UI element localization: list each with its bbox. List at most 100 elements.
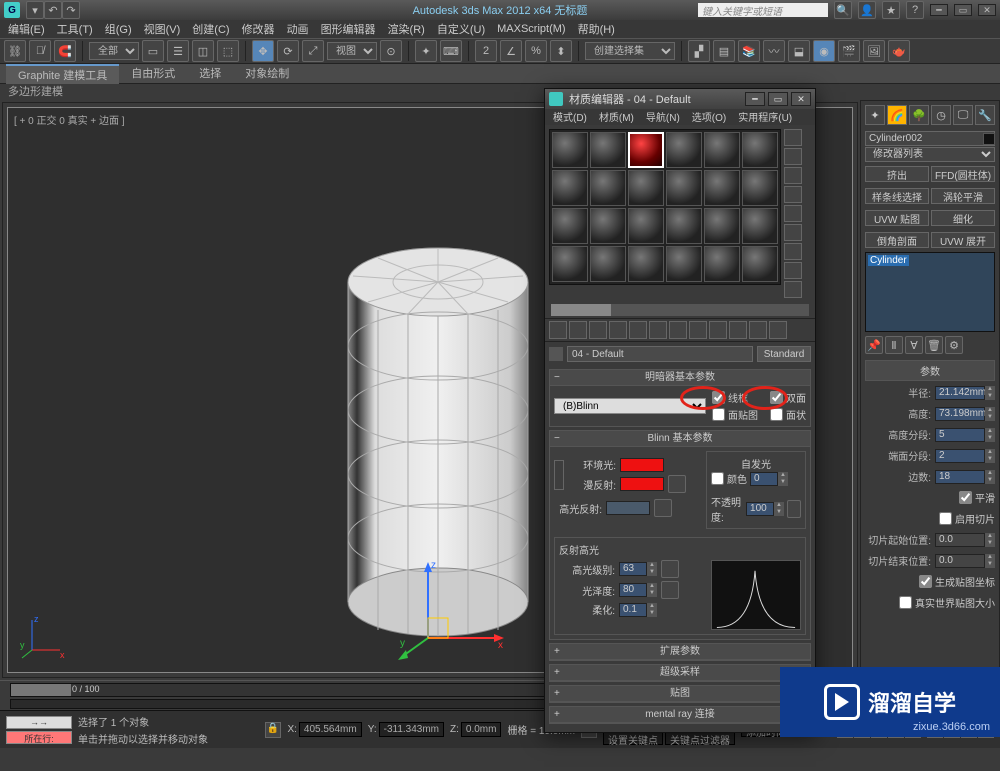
menu-customize[interactable]: 自定义(U) <box>433 21 489 37</box>
slice-from-spinner[interactable]: 0.0▲▼ <box>935 533 995 547</box>
move-icon[interactable]: ✥ <box>252 40 274 62</box>
render-frame-icon[interactable]: 🖼 <box>863 40 885 62</box>
unlink-icon[interactable]: ⛓̸ <box>29 40 51 62</box>
minimize-button[interactable]: ━ <box>930 4 948 16</box>
maximize-button[interactable]: ▭ <box>954 4 972 16</box>
utilities-tab-icon[interactable]: 🔧 <box>975 105 995 125</box>
diffuse-swatch[interactable] <box>620 477 664 491</box>
me-close[interactable]: ✕ <box>791 92 811 106</box>
mat-slot[interactable] <box>628 208 664 244</box>
go-sibling-icon[interactable] <box>769 321 787 339</box>
bind-icon[interactable]: 🧲 <box>54 40 76 62</box>
mat-slot-active[interactable] <box>628 132 664 168</box>
keymode-icon[interactable]: ⌨ <box>440 40 462 62</box>
snap-2d-icon[interactable]: 2 <box>475 40 497 62</box>
snap-percent-icon[interactable]: % <box>525 40 547 62</box>
mat-slot[interactable] <box>742 170 778 206</box>
self-color-checkbox[interactable]: 颜色 0▲▼ <box>711 471 801 486</box>
align-icon[interactable]: ▤ <box>713 40 735 62</box>
opacity-map-icon[interactable] <box>787 500 801 518</box>
btn-uvw[interactable]: UVW 贴图 <box>865 210 929 226</box>
qat-redo[interactable]: ↷ <box>62 1 80 19</box>
create-tab-icon[interactable]: ✦ <box>865 105 885 125</box>
soften-spinner[interactable]: 0.1▲▼ <box>619 603 657 617</box>
slots-scrollbar[interactable] <box>551 304 809 316</box>
slice-checkbox[interactable]: 启用切片 <box>939 511 995 526</box>
mat-slot[interactable] <box>628 170 664 206</box>
mat-slot[interactable] <box>552 246 588 282</box>
star-icon[interactable]: ★ <box>882 1 900 19</box>
mat-slot[interactable] <box>666 246 702 282</box>
window-crossing-icon[interactable]: ⬚ <box>217 40 239 62</box>
modifier-list[interactable]: 修改器列表 <box>865 147 995 162</box>
get-material-icon[interactable] <box>549 321 567 339</box>
rollout-ss[interactable]: 超级采样 <box>660 667 700 678</box>
btn-extrude[interactable]: 挤出 <box>865 166 929 182</box>
listener-btn[interactable]: 所在行: <box>6 731 72 744</box>
background-icon[interactable] <box>784 167 802 184</box>
mat-slot[interactable] <box>590 132 626 168</box>
gloss-map-icon[interactable] <box>661 581 679 599</box>
show-end-icon[interactable] <box>729 321 747 339</box>
selection-filter[interactable]: 全部 <box>89 42 139 60</box>
curve-editor-icon[interactable]: 〰 <box>763 40 785 62</box>
mat-slot[interactable] <box>666 170 702 206</box>
menu-views[interactable]: 视图(V) <box>140 21 185 37</box>
material-type-button[interactable]: Standard <box>757 346 811 362</box>
diffuse-map-icon[interactable] <box>668 475 686 493</box>
btn-spline[interactable]: 样条线选择 <box>865 188 929 204</box>
script-mini-btn[interactable]: →→ <box>6 716 72 729</box>
sample-type-icon[interactable] <box>784 129 802 146</box>
put-to-lib-icon[interactable] <box>669 321 687 339</box>
menu-maxscript[interactable]: MAXScript(M) <box>493 23 569 35</box>
me-menu-material[interactable]: 材质(M) <box>595 109 638 125</box>
search-icon[interactable]: 🔍 <box>834 1 852 19</box>
lock-ambient-diffuse-icon[interactable] <box>554 460 564 490</box>
ambient-swatch[interactable] <box>620 458 664 472</box>
mat-slot[interactable] <box>552 170 588 206</box>
manip-icon[interactable]: ✦ <box>415 40 437 62</box>
height-spinner[interactable]: 73.198mm▲▼ <box>935 407 995 421</box>
mat-slot[interactable] <box>704 246 740 282</box>
ribbon-tab-paint[interactable]: 对象绘制 <box>233 64 301 84</box>
menu-animation[interactable]: 动画 <box>283 21 313 37</box>
help-icon[interactable]: ? <box>906 1 924 19</box>
me-menu-nav[interactable]: 导航(N) <box>642 109 684 125</box>
me-menu-util[interactable]: 实用程序(U) <box>734 109 796 125</box>
preview-icon[interactable] <box>784 224 802 241</box>
faceted-checkbox[interactable]: 面状 <box>770 407 806 422</box>
modify-tab-icon[interactable]: 🌈 <box>887 105 907 125</box>
render-setup-icon[interactable]: 🎬 <box>838 40 860 62</box>
region-icon[interactable]: ◫ <box>192 40 214 62</box>
display-tab-icon[interactable]: 🖵 <box>953 105 973 125</box>
named-selection[interactable]: 创建选择集 <box>585 42 675 60</box>
menu-tools[interactable]: 工具(T) <box>53 21 97 37</box>
gloss-spinner[interactable]: 80▲▼ <box>619 583 657 597</box>
menu-create[interactable]: 创建(C) <box>188 21 233 37</box>
mat-slot[interactable] <box>666 208 702 244</box>
mirror-icon[interactable]: ▞ <box>688 40 710 62</box>
radius-spinner[interactable]: 21.142mm▲▼ <box>935 386 995 400</box>
real-world-checkbox[interactable]: 真实世界贴图大小 <box>899 595 995 610</box>
btn-turbo[interactable]: 涡轮平滑 <box>931 188 995 204</box>
rollout-mray[interactable]: mental ray 连接 <box>645 709 714 720</box>
btn-uvwunwrap[interactable]: UVW 展开 <box>931 232 995 248</box>
ribbon-tab-select[interactable]: 选择 <box>187 64 233 84</box>
menu-render[interactable]: 渲染(R) <box>384 21 429 37</box>
mat-slot[interactable] <box>590 246 626 282</box>
object-name-field[interactable] <box>865 131 995 146</box>
menu-graph[interactable]: 图形编辑器 <box>317 21 380 37</box>
ref-coord[interactable]: 视图 <box>327 42 377 60</box>
snap-angle-icon[interactable]: ∠ <box>500 40 522 62</box>
make-unique-icon[interactable] <box>649 321 667 339</box>
btn-ffd[interactable]: FFD(圆柱体) <box>931 166 995 182</box>
signin-icon[interactable]: 👤 <box>858 1 876 19</box>
show-result-icon[interactable]: Ⅱ <box>885 336 903 354</box>
reset-icon[interactable] <box>609 321 627 339</box>
help-search-input[interactable]: 键入关键字或短语 <box>698 3 828 17</box>
mat-slot[interactable] <box>590 208 626 244</box>
opacity-spinner[interactable]: 100▲▼ <box>746 502 784 516</box>
select-by-mat-icon[interactable] <box>784 262 802 279</box>
put-to-scene-icon[interactable] <box>569 321 587 339</box>
rollout-ext[interactable]: 扩展参数 <box>660 646 700 657</box>
